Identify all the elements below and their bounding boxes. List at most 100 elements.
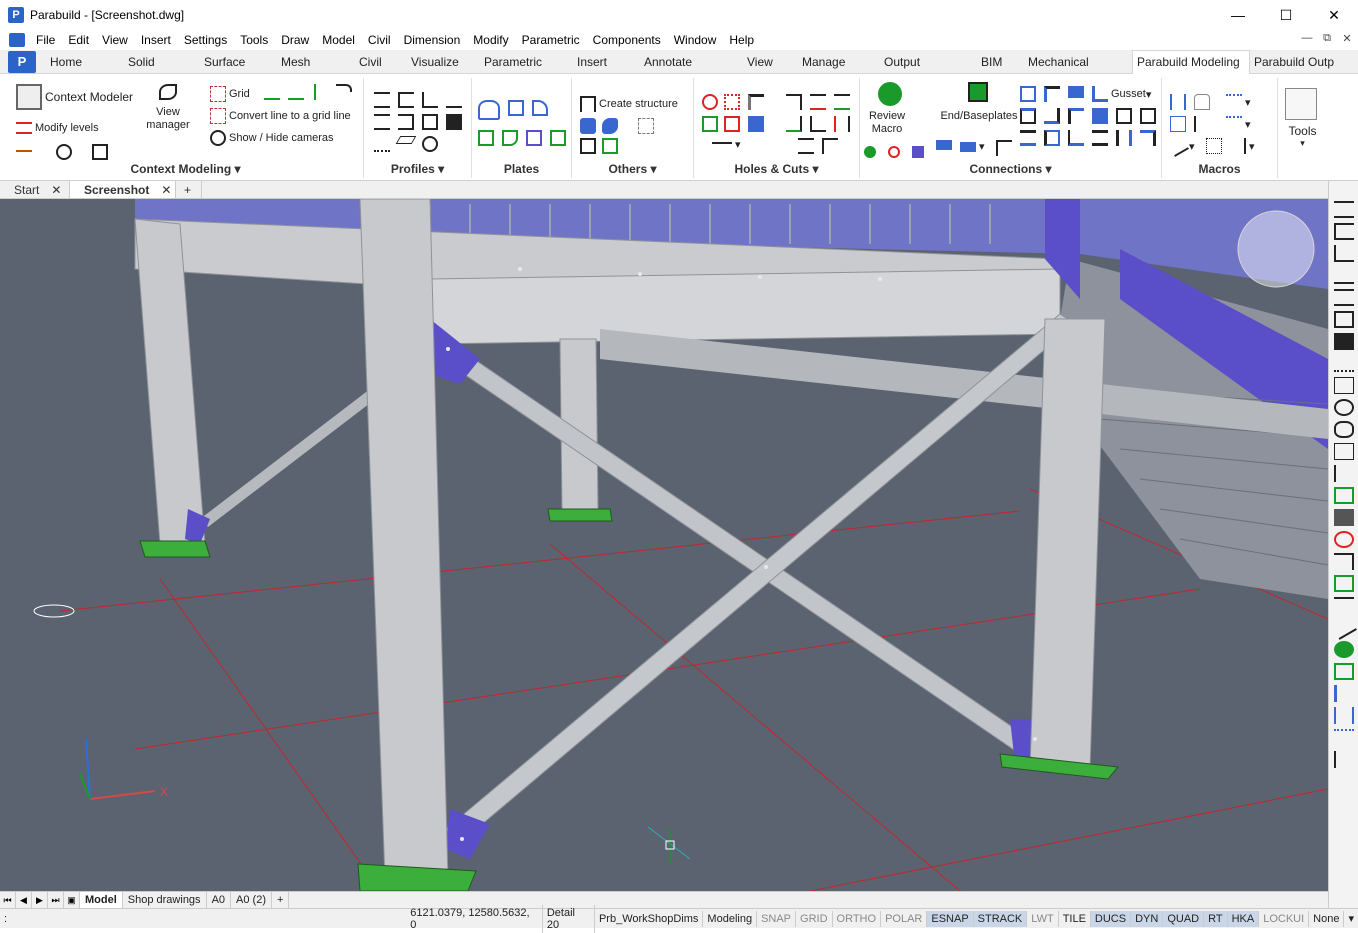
binoculars-button[interactable] <box>56 144 75 160</box>
profile-box-button[interactable] <box>422 114 441 130</box>
tab-manage[interactable]: Manage <box>798 50 880 74</box>
slot-button[interactable] <box>702 116 721 132</box>
maximize-button[interactable]: ☐ <box>1262 0 1310 30</box>
create-structure-button[interactable]: Create structure <box>580 96 678 112</box>
grid-line-button[interactable] <box>314 84 321 100</box>
trim-button[interactable] <box>834 94 853 110</box>
status-esnap[interactable]: ESNAP <box>927 910 974 927</box>
app-menu-button[interactable]: P <box>8 50 36 73</box>
rt-polygon-icon[interactable] <box>1333 421 1354 438</box>
menu-draw[interactable]: Draw <box>276 33 317 47</box>
review-macro-button[interactable]: Review Macro <box>864 82 910 136</box>
menu-components[interactable]: Components <box>588 33 669 47</box>
cut-cross-button[interactable] <box>748 94 767 110</box>
status-grid[interactable]: GRID <box>796 910 833 927</box>
conn-l-button[interactable] <box>1068 130 1087 146</box>
status-lockui[interactable]: LOCKUI <box>1259 910 1310 927</box>
split-button[interactable] <box>834 116 853 132</box>
status-dyn[interactable]: DYN <box>1131 910 1164 927</box>
rt-cube-icon[interactable] <box>1333 443 1354 460</box>
cope-button[interactable] <box>786 94 805 110</box>
macro-h-button[interactable] <box>1206 138 1225 154</box>
dimension-tool-button[interactable] <box>16 144 35 152</box>
layout-tab-shop-drawings[interactable]: Shop drawings <box>123 892 207 908</box>
tools-button[interactable]: Tools ▾ <box>1285 88 1320 149</box>
hole-button[interactable] <box>702 94 721 110</box>
tab-mesh[interactable]: Mesh <box>277 50 355 74</box>
next-tab-button[interactable]: ▶ <box>32 892 48 908</box>
connection-tool-3-button[interactable] <box>996 140 1015 156</box>
grid-2d-button[interactable] <box>264 84 283 100</box>
panel-title-holes-cuts[interactable]: Holes & Cuts ▾ <box>694 162 859 176</box>
view-cube-compass[interactable] <box>1237 210 1315 288</box>
panel-title-others[interactable]: Others ▾ <box>572 162 693 176</box>
command-prompt[interactable]: : <box>4 913 406 925</box>
rt-solid-icon[interactable] <box>1333 333 1354 350</box>
layout-list-button[interactable]: ▣ <box>64 892 80 908</box>
profile-i-button[interactable] <box>374 92 393 108</box>
miter-button[interactable] <box>810 116 829 132</box>
grid-3d-button[interactable] <box>288 84 307 100</box>
macro-i-button[interactable]: ▾ <box>1230 138 1255 154</box>
tab-parabuild-output[interactable]: Parabuild Outp <box>1250 50 1336 74</box>
panel-title-profiles[interactable]: Profiles ▾ <box>364 162 471 176</box>
menu-model[interactable]: Model <box>317 33 363 47</box>
rt-flat-bar-icon[interactable] <box>1333 377 1354 394</box>
tab-solid[interactable]: Solid <box>124 50 200 74</box>
profile-z-button[interactable] <box>398 114 417 130</box>
conn-b-button[interactable] <box>1044 86 1063 102</box>
profile-plate-button[interactable] <box>395 136 417 144</box>
prev-tab-button[interactable]: ◀ <box>16 892 32 908</box>
model-viewport[interactable]: X <box>0 199 1328 891</box>
rt-profile-t-icon[interactable] <box>1333 267 1354 284</box>
conn-d-button[interactable] <box>1020 108 1039 124</box>
status-ducs[interactable]: DUCS <box>1090 910 1132 927</box>
profile-c-button[interactable] <box>398 92 417 108</box>
status-rt[interactable]: RT <box>1204 910 1228 927</box>
tab-visualize[interactable]: Visualize <box>407 50 480 74</box>
tab-surface[interactable]: Surface <box>200 50 277 74</box>
macro-e-button[interactable] <box>1194 116 1203 132</box>
rt-stair-icon[interactable] <box>1333 355 1354 372</box>
rt-blue-icon[interactable] <box>1333 685 1354 702</box>
tab-output[interactable]: Output <box>880 50 977 74</box>
rt-macro-icon[interactable] <box>1333 707 1354 724</box>
fillet-button[interactable] <box>822 138 841 154</box>
rt-view-icon[interactable] <box>1333 465 1354 482</box>
convert-line-button[interactable]: Convert line to a grid line <box>210 108 351 124</box>
layout-tab-model[interactable]: Model <box>80 892 123 908</box>
menu-tools[interactable]: Tools <box>235 33 276 47</box>
tab-bim[interactable]: BIM <box>977 50 1024 74</box>
polygon-plate-button[interactable] <box>478 100 503 120</box>
macro-f-button[interactable]: ▾ <box>1226 116 1251 132</box>
conn-g-button[interactable] <box>1092 108 1111 124</box>
notch-button[interactable] <box>748 116 767 132</box>
close-tab-icon[interactable]: ✕ <box>51 183 61 197</box>
close-tab-icon[interactable]: ✕ <box>161 183 171 197</box>
status-lwt[interactable]: LWT <box>1027 910 1059 927</box>
grid-bubble[interactable] <box>33 604 75 618</box>
menu-insert[interactable]: Insert <box>136 33 179 47</box>
conn-c-button[interactable] <box>1068 86 1087 98</box>
close-button[interactable]: ✕ <box>1310 0 1358 30</box>
doc-tab-screenshot[interactable]: Screenshot ✕ <box>70 181 176 198</box>
rt-dark-icon[interactable] <box>1333 509 1354 526</box>
status-menu-button[interactable]: ▾ <box>1344 910 1358 927</box>
menu-window[interactable]: Window <box>669 33 725 47</box>
conn-k-button[interactable] <box>1044 130 1063 146</box>
gusset-button[interactable]: Gusset ▾ <box>1092 86 1151 102</box>
saw-cut-button[interactable] <box>810 94 829 110</box>
menu-parametric[interactable]: Parametric <box>517 33 588 47</box>
tab-parabuild-modeling[interactable]: Parabuild Modeling <box>1132 49 1250 74</box>
doc-close-button[interactable]: ✕ <box>1340 32 1354 45</box>
grid-button[interactable]: Grid <box>210 86 250 102</box>
macro-purple-button[interactable] <box>912 146 927 158</box>
bent-plate-button[interactable] <box>478 130 497 146</box>
menu-file[interactable]: File <box>31 33 63 47</box>
macro-c-button[interactable]: ▾ <box>1226 94 1251 110</box>
status-polar[interactable]: POLAR <box>881 910 928 927</box>
rt-review-icon[interactable] <box>1333 641 1354 658</box>
rt-pipe-icon[interactable] <box>1333 399 1354 416</box>
rt-green-2-icon[interactable] <box>1333 663 1354 680</box>
status-annotation-scale[interactable]: None <box>1309 910 1345 927</box>
